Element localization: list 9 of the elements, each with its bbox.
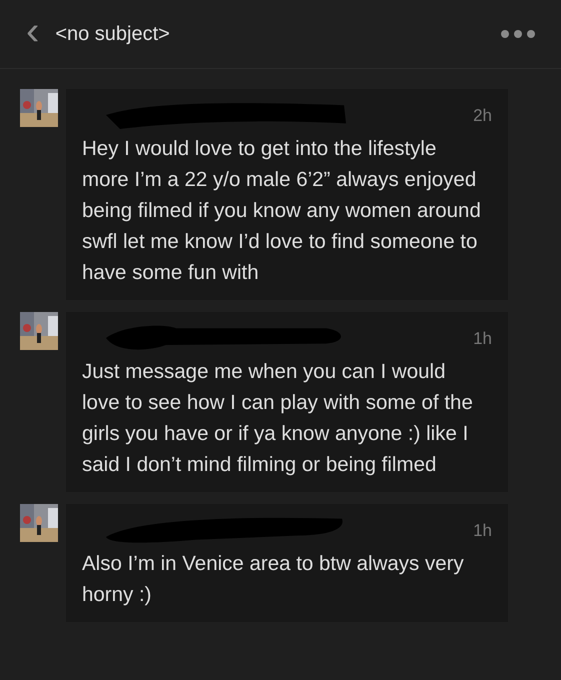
message-time: 1h [473,328,492,350]
message-text: Also I’m in Venice area to btw always very horny :) [82,551,465,608]
more-icon[interactable] [501,30,535,38]
conversation-title: <no subject> [55,22,170,47]
message-text: Just message me when you can I would love to see how I can play with some of the girls you have or if ya know anyone :) like I said I don’t mind filming or being filmed [82,359,474,478]
back-button[interactable]: ‹ [26,11,40,51]
message-time: 1h [473,520,492,542]
message-text: Hey I would love to get into the lifestyle more I’m a 22 y/o male 6’2” always enjoyed being filmed if you know any women around swfl let me know I’d love to find someone to have some fun with [82,136,482,286]
message-time: 2h [473,105,492,127]
